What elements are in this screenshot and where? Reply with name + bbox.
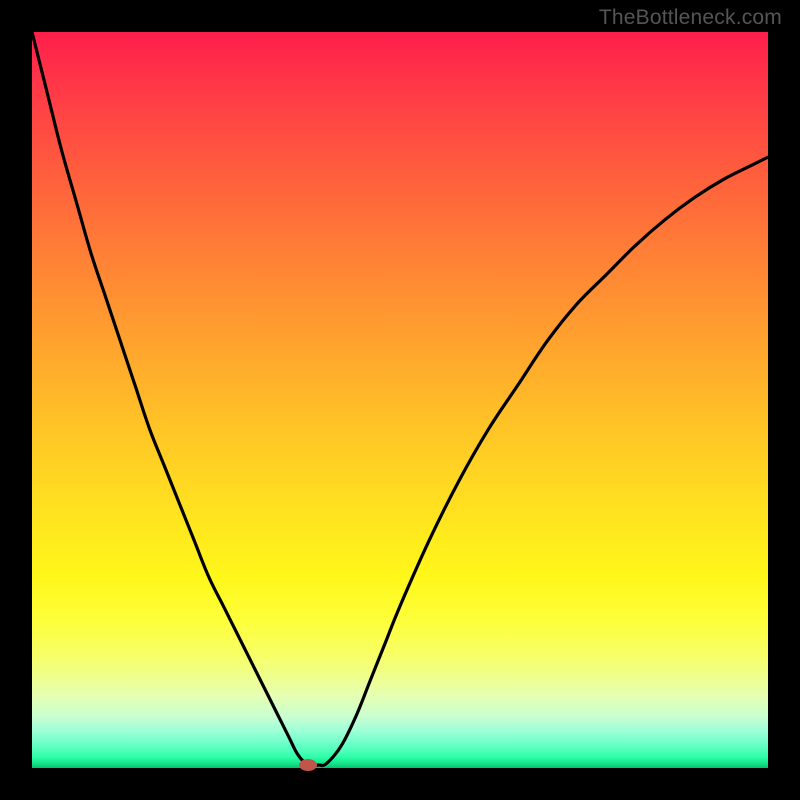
plot-area <box>32 32 768 768</box>
watermark-label: TheBottleneck.com <box>599 6 782 30</box>
curve-svg <box>32 32 768 768</box>
bottleneck-curve <box>32 32 768 766</box>
chart-frame: TheBottleneck.com <box>0 0 800 800</box>
optimal-point-marker <box>299 759 317 771</box>
